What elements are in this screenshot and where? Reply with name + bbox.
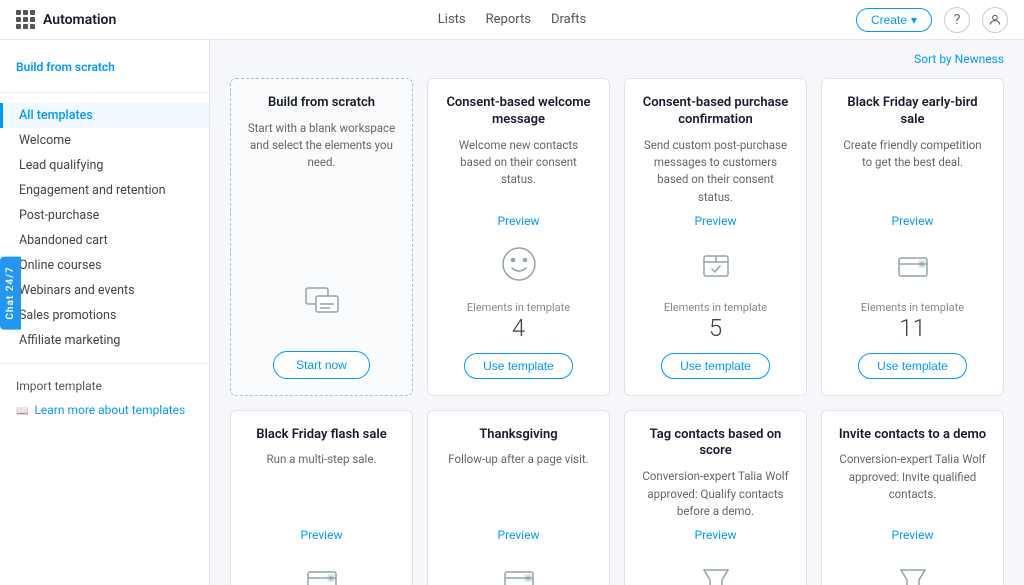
help-button[interactable]: ? <box>944 7 970 33</box>
card-black-friday-early: Black Friday early-bird sale Create frie… <box>821 78 1004 396</box>
card-invite-demo: Invite contacts to a demo Conversion-exp… <box>821 410 1004 585</box>
card-tag-contacts-desc: Conversion-expert Talia Wolf approved: Q… <box>641 468 790 520</box>
nav-drafts[interactable]: Drafts <box>551 12 586 27</box>
sort-bar: Sort by Newness <box>230 52 1004 66</box>
card-black-friday-flash: Black Friday flash sale Run a multi-step… <box>230 410 413 585</box>
card-invite-demo-preview[interactable]: Preview <box>892 528 934 542</box>
grid-icon <box>16 10 35 29</box>
card-black-friday-flash-title: Black Friday flash sale <box>256 427 386 444</box>
wallet-icon-3 <box>497 556 541 585</box>
use-template-black-friday-early[interactable]: Use template <box>858 353 967 379</box>
sidebar-item-online-courses[interactable]: Online courses <box>0 253 209 278</box>
card-tag-contacts-preview[interactable]: Preview <box>695 528 737 542</box>
main-layout: Build from scratch All templates Welcome… <box>0 40 1024 585</box>
card-black-friday-early-elements-label: Elements in template <box>861 301 964 314</box>
nav-lists[interactable]: Lists <box>438 12 466 27</box>
card-black-friday-early-desc: Create friendly competition to get the b… <box>838 137 987 206</box>
topnav-links: Lists Reports Drafts <box>438 12 586 27</box>
card-consent-purchase-desc: Send custom post-purchase messages to cu… <box>641 137 790 206</box>
card-consent-welcome-elements-label: Elements in template <box>467 301 570 314</box>
brand-label: Automation <box>43 12 116 28</box>
sidebar-item-engagement[interactable]: Engagement and retention <box>0 178 209 203</box>
card-consent-purchase-title: Consent-based purchase confirmation <box>641 95 790 129</box>
card-tag-contacts: Tag contacts based on score Conversion-e… <box>624 410 807 585</box>
card-thanksgiving: Thanksgiving Follow-up after a page visi… <box>427 410 610 585</box>
wallet-icon-1 <box>891 242 935 291</box>
chat-widget[interactable]: Chat 24/7 <box>0 256 21 329</box>
card-scratch-desc: Start with a blank workspace and select … <box>247 120 396 264</box>
smiley-icon <box>497 242 541 291</box>
create-button[interactable]: Create ▾ <box>856 8 932 32</box>
nav-reports[interactable]: Reports <box>486 12 531 27</box>
sidebar-item-sales-promotions[interactable]: Sales promotions <box>0 303 209 328</box>
card-invite-demo-desc: Conversion-expert Talia Wolf approved: I… <box>838 451 987 520</box>
funnel-icon-2 <box>891 556 935 585</box>
sidebar-item-post-purchase[interactable]: Post-purchase <box>0 203 209 228</box>
card-consent-purchase: Consent-based purchase confirmation Send… <box>624 78 807 396</box>
book-icon: 📖 <box>16 406 28 417</box>
sort-value[interactable]: Newness <box>955 52 1004 66</box>
brand: Automation <box>16 10 116 29</box>
sidebar-item-welcome[interactable]: Welcome <box>0 128 209 153</box>
learn-more-link[interactable]: 📖 Learn more about templates <box>0 398 209 422</box>
sidebar-divider-top <box>0 92 209 93</box>
card-black-friday-early-elements-count: 11 <box>899 314 926 343</box>
topnav-right: Create ▾ ? <box>856 7 1008 33</box>
card-consent-welcome-desc: Welcome new contacts based on their cons… <box>444 137 593 206</box>
card-consent-purchase-preview[interactable]: Preview <box>695 214 737 228</box>
cards-grid: Build from scratch Start with a blank wo… <box>230 78 1004 585</box>
card-consent-welcome-preview[interactable]: Preview <box>498 214 540 228</box>
card-tag-contacts-title: Tag contacts based on score <box>641 427 790 461</box>
card-scratch: Build from scratch Start with a blank wo… <box>230 78 413 396</box>
sidebar-item-affiliate[interactable]: Affiliate marketing <box>0 328 209 353</box>
sidebar: Build from scratch All templates Welcome… <box>0 40 210 585</box>
card-invite-demo-title: Invite contacts to a demo <box>839 427 986 444</box>
use-template-consent-welcome[interactable]: Use template <box>464 353 573 379</box>
box-icon <box>694 242 738 291</box>
card-scratch-title: Build from scratch <box>268 95 375 112</box>
card-consent-welcome-elements-count: 4 <box>512 314 525 343</box>
card-thanksgiving-title: Thanksgiving <box>479 427 557 444</box>
card-consent-purchase-elements-label: Elements in template <box>664 301 767 314</box>
sidebar-divider-bottom <box>0 363 209 364</box>
start-now-button[interactable]: Start now <box>273 351 370 379</box>
card-consent-purchase-elements-count: 5 <box>709 314 722 343</box>
card-consent-welcome: Consent-based welcome message Welcome ne… <box>427 78 610 396</box>
card-consent-welcome-title: Consent-based welcome message <box>444 95 593 129</box>
card-black-friday-flash-preview[interactable]: Preview <box>301 528 343 542</box>
card-black-friday-early-preview[interactable]: Preview <box>892 214 934 228</box>
use-template-consent-purchase[interactable]: Use template <box>661 353 770 379</box>
sidebar-item-webinars[interactable]: Webinars and events <box>0 278 209 303</box>
card-thanksgiving-preview[interactable]: Preview <box>498 528 540 542</box>
import-template[interactable]: Import template <box>0 374 209 398</box>
sidebar-item-lead-qualifying[interactable]: Lead qualifying <box>0 153 209 178</box>
funnel-icon-1 <box>694 556 738 585</box>
sidebar-item-abandoned-cart[interactable]: Abandoned cart <box>0 228 209 253</box>
main-content: Sort by Newness Build from scratch Start… <box>210 40 1024 585</box>
chevron-down-icon: ▾ <box>911 13 917 27</box>
sidebar-item-all-templates[interactable]: All templates <box>0 103 209 128</box>
card-black-friday-flash-desc: Run a multi-step sale. <box>267 451 377 520</box>
wallet-icon-2 <box>300 556 344 585</box>
build-from-scratch-label[interactable]: Build from scratch <box>0 56 209 82</box>
topnav: Automation Lists Reports Drafts Create ▾… <box>0 0 1024 40</box>
account-button[interactable] <box>982 7 1008 33</box>
card-thanksgiving-desc: Follow-up after a page visit. <box>448 451 588 520</box>
scratch-icon <box>298 274 346 327</box>
card-black-friday-early-title: Black Friday early-bird sale <box>838 95 987 129</box>
